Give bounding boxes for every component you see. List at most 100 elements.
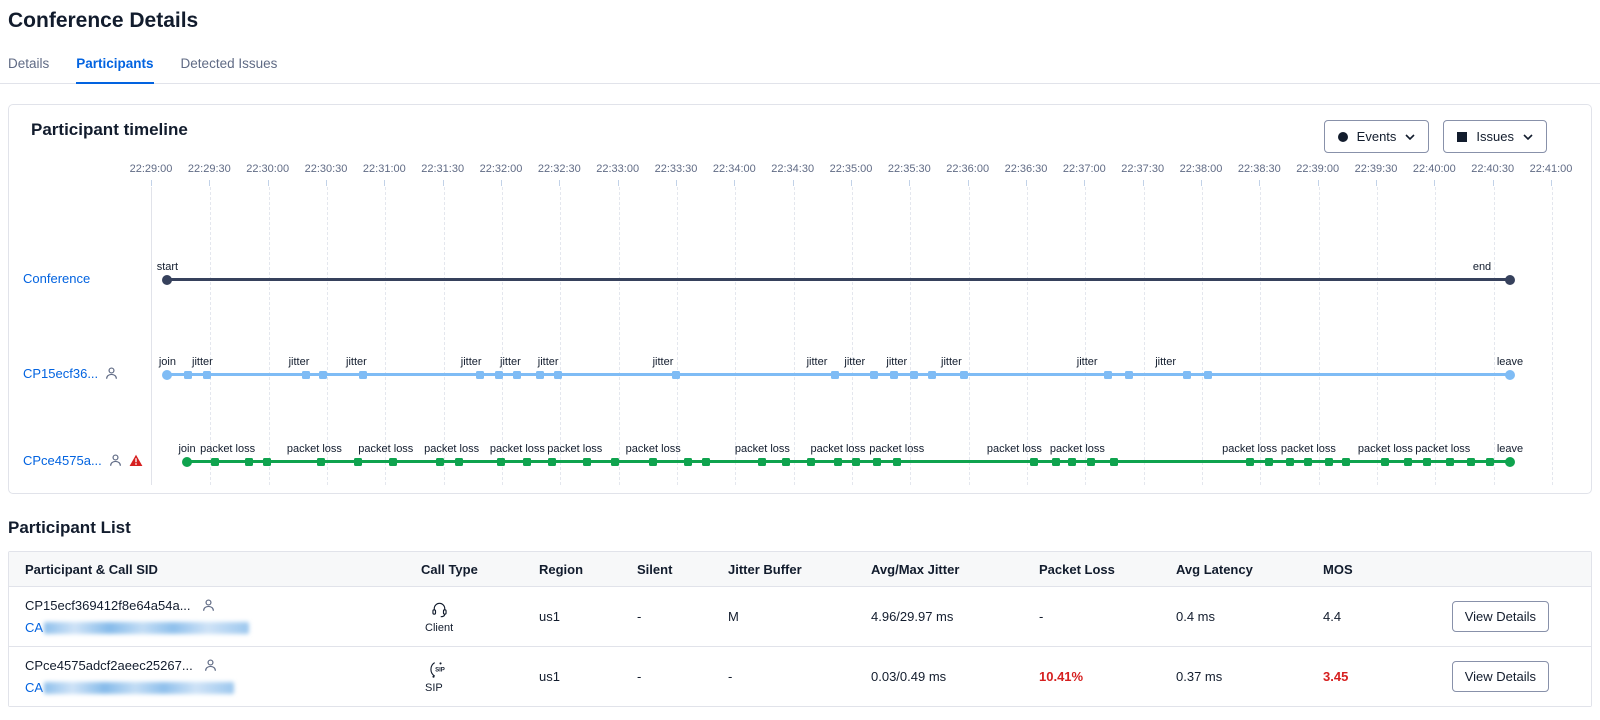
event-marker-issue[interactable] [1423, 458, 1431, 466]
packet-loss-cell: - [1039, 609, 1176, 624]
event-marker-issue[interactable] [1486, 458, 1494, 466]
event-marker-jitter[interactable] [672, 371, 680, 379]
event-marker-issue[interactable] [1125, 371, 1133, 379]
event-marker-packet-loss[interactable] [1304, 458, 1312, 466]
participant-link[interactable]: Conference [23, 271, 90, 286]
event-marker-jitter[interactable] [960, 371, 968, 379]
event-marker-issue[interactable] [536, 371, 544, 379]
view-details-button[interactable]: View Details [1452, 661, 1549, 692]
call-sid-link[interactable]: CA [25, 620, 43, 635]
event-marker-issue[interactable] [1467, 458, 1475, 466]
timeline-row-label: CP15ecf36... [9, 364, 119, 382]
event-marker-issue[interactable] [497, 458, 505, 466]
gridline [910, 187, 911, 485]
event-marker-leave[interactable] [1505, 457, 1515, 467]
event-marker-packet-loss[interactable] [834, 458, 842, 466]
event-marker-packet-loss[interactable] [1446, 458, 1454, 466]
event-marker-issue[interactable] [1087, 458, 1095, 466]
event-marker-packet-loss[interactable] [1068, 458, 1076, 466]
event-marker-issue[interactable] [928, 371, 936, 379]
redacted-call-sid [44, 622, 249, 634]
event-marker-packet-loss[interactable] [1381, 458, 1389, 466]
event-marker-issue[interactable] [782, 458, 790, 466]
event-marker-leave[interactable] [1505, 370, 1515, 380]
event-marker-packet-loss[interactable] [389, 458, 397, 466]
svg-text:SIP: SIP [435, 666, 445, 673]
participant-link[interactable]: CP15ecf36... [23, 366, 98, 381]
event-marker-join[interactable] [182, 457, 192, 467]
event-marker-packet-loss[interactable] [317, 458, 325, 466]
column-header: Avg Latency [1176, 562, 1323, 577]
event-marker-issue[interactable] [319, 371, 327, 379]
event-marker-packet-loss[interactable] [583, 458, 591, 466]
issues-dropdown[interactable]: Issues [1443, 120, 1547, 153]
call-type-label: SIP [425, 682, 539, 694]
event-marker-issue[interactable] [684, 458, 692, 466]
event-marker-issue[interactable] [1325, 458, 1333, 466]
event-marker-packet-loss[interactable] [1030, 458, 1038, 466]
event-marker-issue[interactable] [1052, 458, 1060, 466]
event-marker-issue[interactable] [807, 458, 815, 466]
event-marker-issue[interactable] [1404, 458, 1412, 466]
event-label: leave [1497, 356, 1523, 368]
event-marker-issue[interactable] [852, 458, 860, 466]
event-marker-issue[interactable] [1204, 371, 1212, 379]
issues-square-icon [1457, 132, 1467, 142]
event-marker-packet-loss[interactable] [523, 458, 531, 466]
participant-link[interactable]: CPce4575a... [23, 453, 102, 468]
event-marker-jitter[interactable] [910, 371, 918, 379]
event-marker-issue[interactable] [702, 458, 710, 466]
event-marker-issue[interactable] [495, 371, 503, 379]
event-marker-issue[interactable] [436, 458, 444, 466]
event-marker-issue[interactable] [548, 458, 556, 466]
region-cell: us1 [539, 669, 637, 684]
event-marker-packet-loss[interactable] [211, 458, 219, 466]
event-marker-jitter[interactable] [1104, 371, 1112, 379]
timeline-title: Participant timeline [31, 120, 188, 140]
event-marker-issue[interactable] [1342, 458, 1350, 466]
event-marker-jitter[interactable] [831, 371, 839, 379]
event-marker-issue[interactable] [184, 371, 192, 379]
event-marker-jitter[interactable] [554, 371, 562, 379]
event-marker-issue[interactable] [1265, 458, 1273, 466]
event-marker-packet-loss[interactable] [758, 458, 766, 466]
axis-tickmark [326, 180, 327, 186]
timeline-track: joinpacket losspacket losspacket losspac… [152, 460, 1552, 463]
call-sid-link[interactable]: CA [25, 680, 43, 695]
event-marker-jitter[interactable] [359, 371, 367, 379]
avg-max-jitter-cell: 4.96/29.97 ms [871, 609, 1039, 624]
event-marker-end[interactable] [1505, 275, 1515, 285]
tab-participants[interactable]: Participants [76, 48, 153, 84]
event-marker-issue[interactable] [890, 371, 898, 379]
event-marker-issue[interactable] [354, 458, 362, 466]
axis-tickmark [793, 180, 794, 186]
event-marker-packet-loss[interactable] [649, 458, 657, 466]
event-marker-jitter[interactable] [513, 371, 521, 379]
event-marker-issue[interactable] [245, 458, 253, 466]
event-marker-jitter[interactable] [870, 371, 878, 379]
event-marker-issue[interactable] [611, 458, 619, 466]
event-marker-join[interactable] [162, 370, 172, 380]
event-marker-packet-loss[interactable] [1246, 458, 1254, 466]
event-marker-issue[interactable] [1110, 458, 1118, 466]
events-dropdown[interactable]: Events [1324, 120, 1430, 153]
event-marker-issue[interactable] [1286, 458, 1294, 466]
event-marker-issue[interactable] [263, 458, 271, 466]
gridline [210, 187, 211, 485]
event-marker-packet-loss[interactable] [893, 458, 901, 466]
event-label: packet loss [1222, 443, 1277, 455]
event-label: packet loss [547, 443, 602, 455]
chevron-down-icon [1405, 134, 1415, 140]
event-marker-issue[interactable] [873, 458, 881, 466]
event-marker-jitter[interactable] [203, 371, 211, 379]
event-label: packet loss [1358, 443, 1413, 455]
gridline [1435, 187, 1436, 485]
event-marker-packet-loss[interactable] [455, 458, 463, 466]
event-marker-start[interactable] [162, 275, 172, 285]
event-marker-jitter[interactable] [476, 371, 484, 379]
event-marker-jitter[interactable] [1183, 371, 1191, 379]
tab-detected-issues[interactable]: Detected Issues [181, 48, 278, 83]
tab-details[interactable]: Details [8, 48, 49, 83]
event-marker-jitter[interactable] [302, 371, 310, 379]
view-details-button[interactable]: View Details [1452, 601, 1549, 632]
